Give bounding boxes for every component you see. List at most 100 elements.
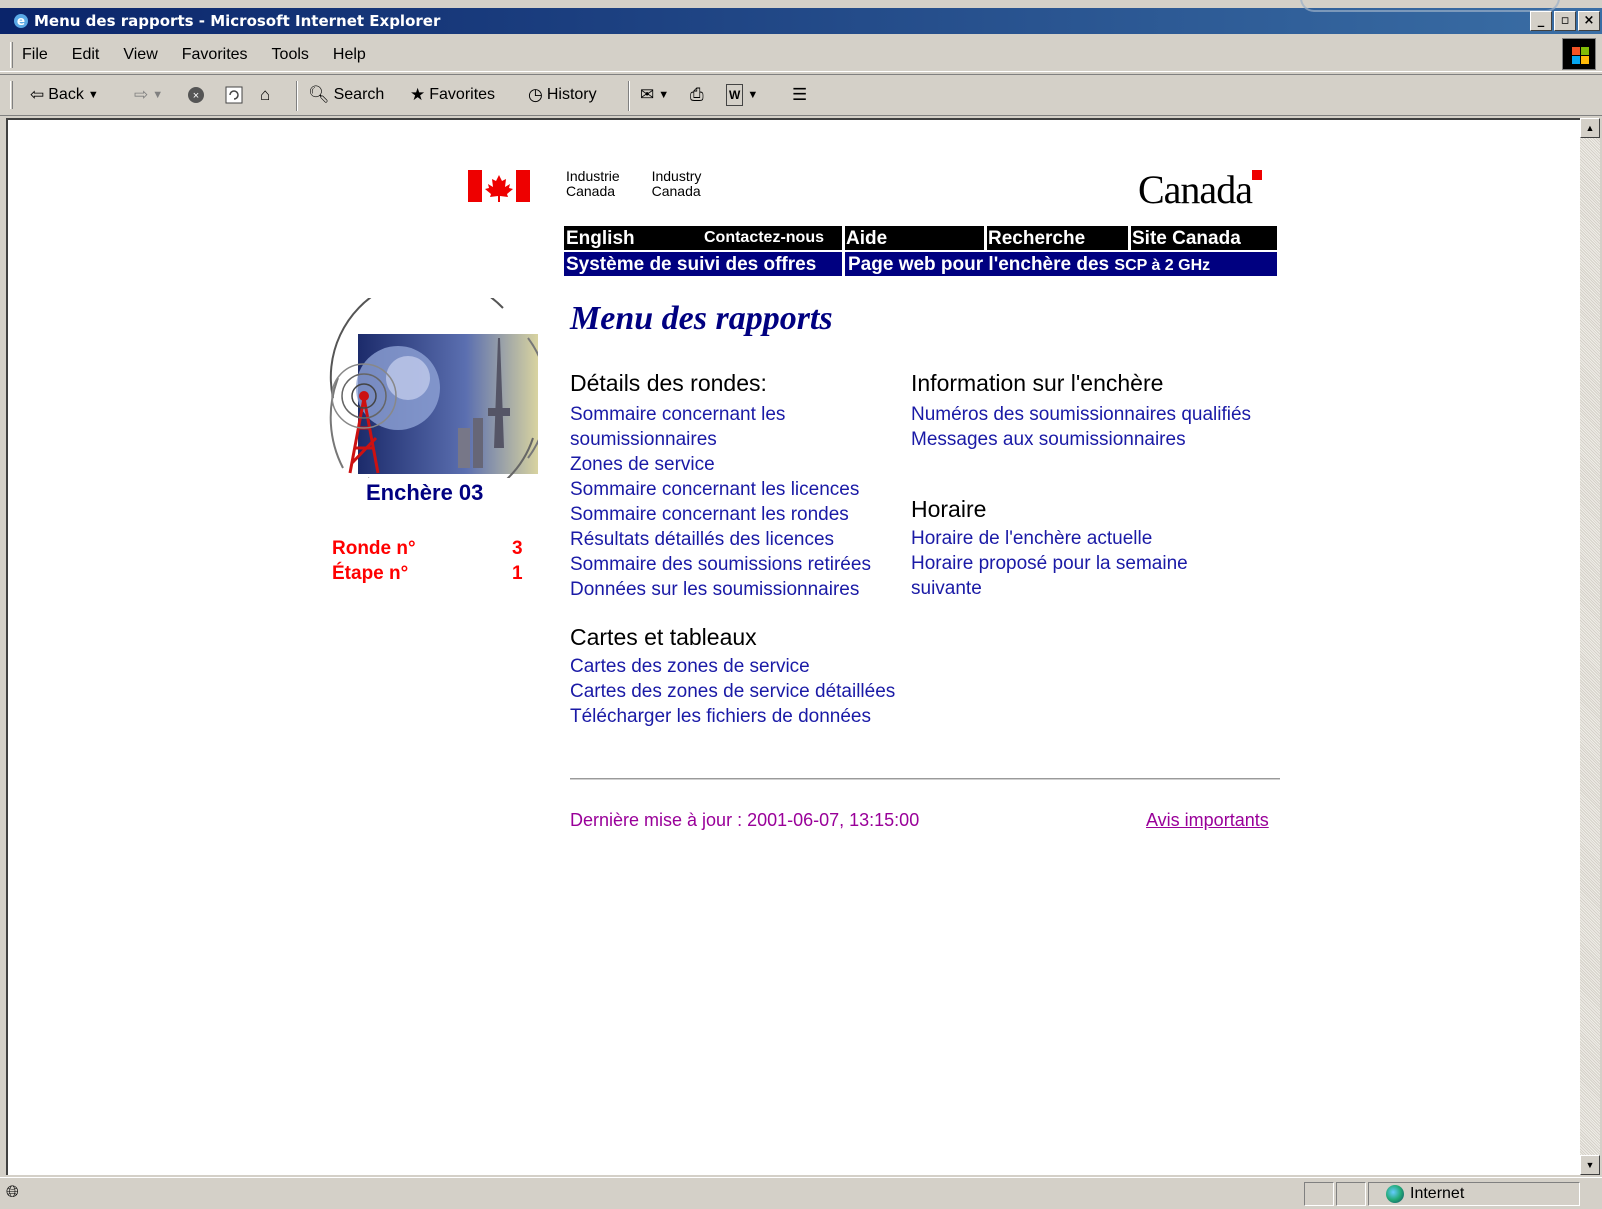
home-icon: ⌂ [260, 85, 271, 104]
print-icon: ⎙ [690, 85, 704, 104]
refresh-icon [225, 86, 243, 104]
program-band: Système de suivi des offres Page web pou… [564, 252, 1277, 276]
title-bar: e Menu des rapports - Microsoft Internet… [0, 0, 1602, 34]
band-auction-page[interactable]: Page web pour l'enchère des SCP à 2 GHz [848, 254, 1210, 276]
svg-text:×: × [193, 90, 199, 102]
scroll-down-button[interactable]: ▼ [1580, 1155, 1600, 1175]
menu-file[interactable]: File [22, 46, 48, 64]
minimize-button[interactable]: _ [1530, 11, 1552, 31]
auction-name: Enchère 03 [366, 480, 484, 505]
toolbar: ⇦ Back ▼ ⇨ ▼ × ⌂ 🔍︎ Search ★ Favorites ◷… [0, 74, 1602, 116]
link-next-week-line1: Horaire proposé pour la semaine [911, 553, 1188, 574]
link-service-area-maps[interactable]: Cartes des zones de service [570, 654, 895, 679]
sig-en-line2: Canada [651, 183, 701, 199]
section-maps-title: Cartes et tableaux [570, 624, 757, 650]
close-button[interactable]: × [1578, 11, 1600, 31]
link-bidder-summary[interactable]: Sommaire concernant les soumissionnaires [570, 402, 871, 452]
mail-icon: ✉ [640, 85, 655, 104]
page-title: Menu des rapports [570, 300, 833, 337]
edit-button[interactable]: W ▼ [726, 83, 758, 107]
discuss-icon: ☰ [792, 85, 808, 104]
link-download-data[interactable]: Télécharger les fichiers de données [570, 704, 895, 729]
footer-divider [570, 778, 1280, 780]
window-title: Menu des rapports - Microsoft Internet E… [34, 12, 441, 30]
link-bidder-messages[interactable]: Messages aux soumissionnaires [911, 427, 1251, 452]
mail-button[interactable]: ✉ ▼ [640, 83, 669, 107]
menu-help[interactable]: Help [333, 46, 366, 64]
menu-tools[interactable]: Tools [272, 46, 309, 64]
nav-search[interactable]: Recherche [988, 228, 1085, 250]
last-updated: Dernière mise à jour : 2001-06-07, 13:15… [570, 810, 920, 830]
menubar-grip [10, 42, 13, 68]
wordmark-flag-icon [1252, 170, 1262, 180]
link-withdrawn-bids[interactable]: Sommaire des soumissions retirées [570, 552, 871, 577]
word-icon: W [726, 84, 744, 106]
wordmark-text: Canada [1138, 167, 1253, 212]
link-current-schedule[interactable]: Horaire de l'enchère actuelle [911, 526, 1188, 551]
status-bar: 🌐︎ Internet [0, 1177, 1602, 1209]
chevron-down-icon[interactable]: ▼ [152, 85, 163, 105]
chevron-down-icon[interactable]: ▼ [88, 85, 99, 105]
canada-flag-icon [468, 170, 530, 202]
link-next-week-schedule[interactable]: Horaire proposé pour la semaine suivante [911, 551, 1188, 601]
menu-view[interactable]: View [123, 46, 157, 64]
round-label: Ronde n° [332, 538, 416, 559]
band-auction-page-suffix: SCP à 2 GHz [1114, 257, 1211, 274]
nav-english[interactable]: English [566, 228, 635, 250]
stop-icon: × [188, 87, 204, 103]
scroll-up-button[interactable]: ▲ [1580, 118, 1600, 138]
windows-logo-icon [1562, 38, 1596, 70]
search-icon: 🔍︎ [308, 85, 330, 104]
chevron-down-icon[interactable]: ▼ [747, 85, 758, 105]
globe-icon [1386, 1185, 1404, 1203]
band-auction-page-label: Page web pour l'enchère des [848, 254, 1110, 275]
history-label: History [546, 86, 597, 103]
history-button[interactable]: ◷ History [528, 83, 597, 107]
link-licence-summary[interactable]: Sommaire concernant les licences [570, 477, 871, 502]
stop-button[interactable]: × [186, 83, 206, 107]
nav-contact[interactable]: Contactez-nous [704, 229, 824, 247]
maximize-button[interactable]: ▫ [1554, 11, 1576, 31]
menu-bar: File Edit View Favorites Tools Help [0, 36, 1602, 72]
back-button[interactable]: ⇦ Back ▼ [30, 83, 99, 107]
search-button[interactable]: 🔍︎ Search [308, 83, 384, 107]
menu-favorites[interactable]: Favorites [182, 46, 248, 64]
link-qualified-bidders[interactable]: Numéros des soumissionnaires qualifiés [911, 402, 1251, 427]
link-detailed-maps[interactable]: Cartes des zones de service détaillées [570, 679, 895, 704]
link-service-areas[interactable]: Zones de service [570, 452, 871, 477]
sig-en-line1: Industry [651, 168, 702, 184]
round-details-links: Sommaire concernant les soumissionnaires… [570, 402, 871, 602]
search-label: Search [333, 86, 385, 103]
section-auction-info-title: Information sur l'enchère [911, 370, 1164, 396]
band-bid-tracking[interactable]: Système de suivi des offres [566, 254, 816, 276]
browser-window: e Menu des rapports - Microsoft Internet… [0, 0, 1602, 1209]
page-viewport: Industrie Canada Industry Canada Canada … [6, 118, 1580, 1175]
link-next-week-line2: suivante [911, 578, 982, 599]
vertical-scrollbar[interactable]: ▲ ▼ [1580, 118, 1600, 1175]
svg-text:e: e [17, 14, 25, 28]
favorites-button[interactable]: ★ Favorites [410, 83, 495, 107]
print-button[interactable]: ⎙ [690, 83, 704, 107]
chevron-down-icon[interactable]: ▼ [658, 85, 669, 105]
toolbar-grip [10, 81, 13, 109]
stage-value: 1 [512, 563, 523, 584]
link-bidder-summary-line2: soumissionnaires [570, 429, 717, 450]
link-round-summary[interactable]: Sommaire concernant les rondes [570, 502, 871, 527]
canada-wordmark: Canada [1138, 166, 1262, 213]
link-licence-results[interactable]: Résultats détaillés des licences [570, 527, 871, 552]
discuss-button[interactable]: ☰ [792, 83, 807, 107]
nav-help[interactable]: Aide [846, 228, 887, 250]
home-button[interactable]: ⌂ [260, 83, 270, 107]
important-notices-link[interactable]: Avis importants [1146, 810, 1269, 831]
menu-edit[interactable]: Edit [72, 46, 100, 64]
status-panel [1304, 1182, 1334, 1206]
back-arrow-icon: ⇦ [30, 85, 45, 104]
maps-links: Cartes des zones de service Cartes des z… [570, 654, 895, 729]
schedule-links: Horaire de l'enchère actuelle Horaire pr… [911, 526, 1188, 601]
link-bidder-data[interactable]: Données sur les soumissionnaires [570, 577, 871, 602]
forward-arrow-icon: ⇨ [134, 85, 149, 104]
refresh-button[interactable] [224, 83, 244, 107]
nav-site-canada[interactable]: Site Canada [1132, 228, 1241, 250]
forward-button[interactable]: ⇨ ▼ [134, 83, 163, 107]
security-zone: Internet [1386, 1185, 1464, 1203]
